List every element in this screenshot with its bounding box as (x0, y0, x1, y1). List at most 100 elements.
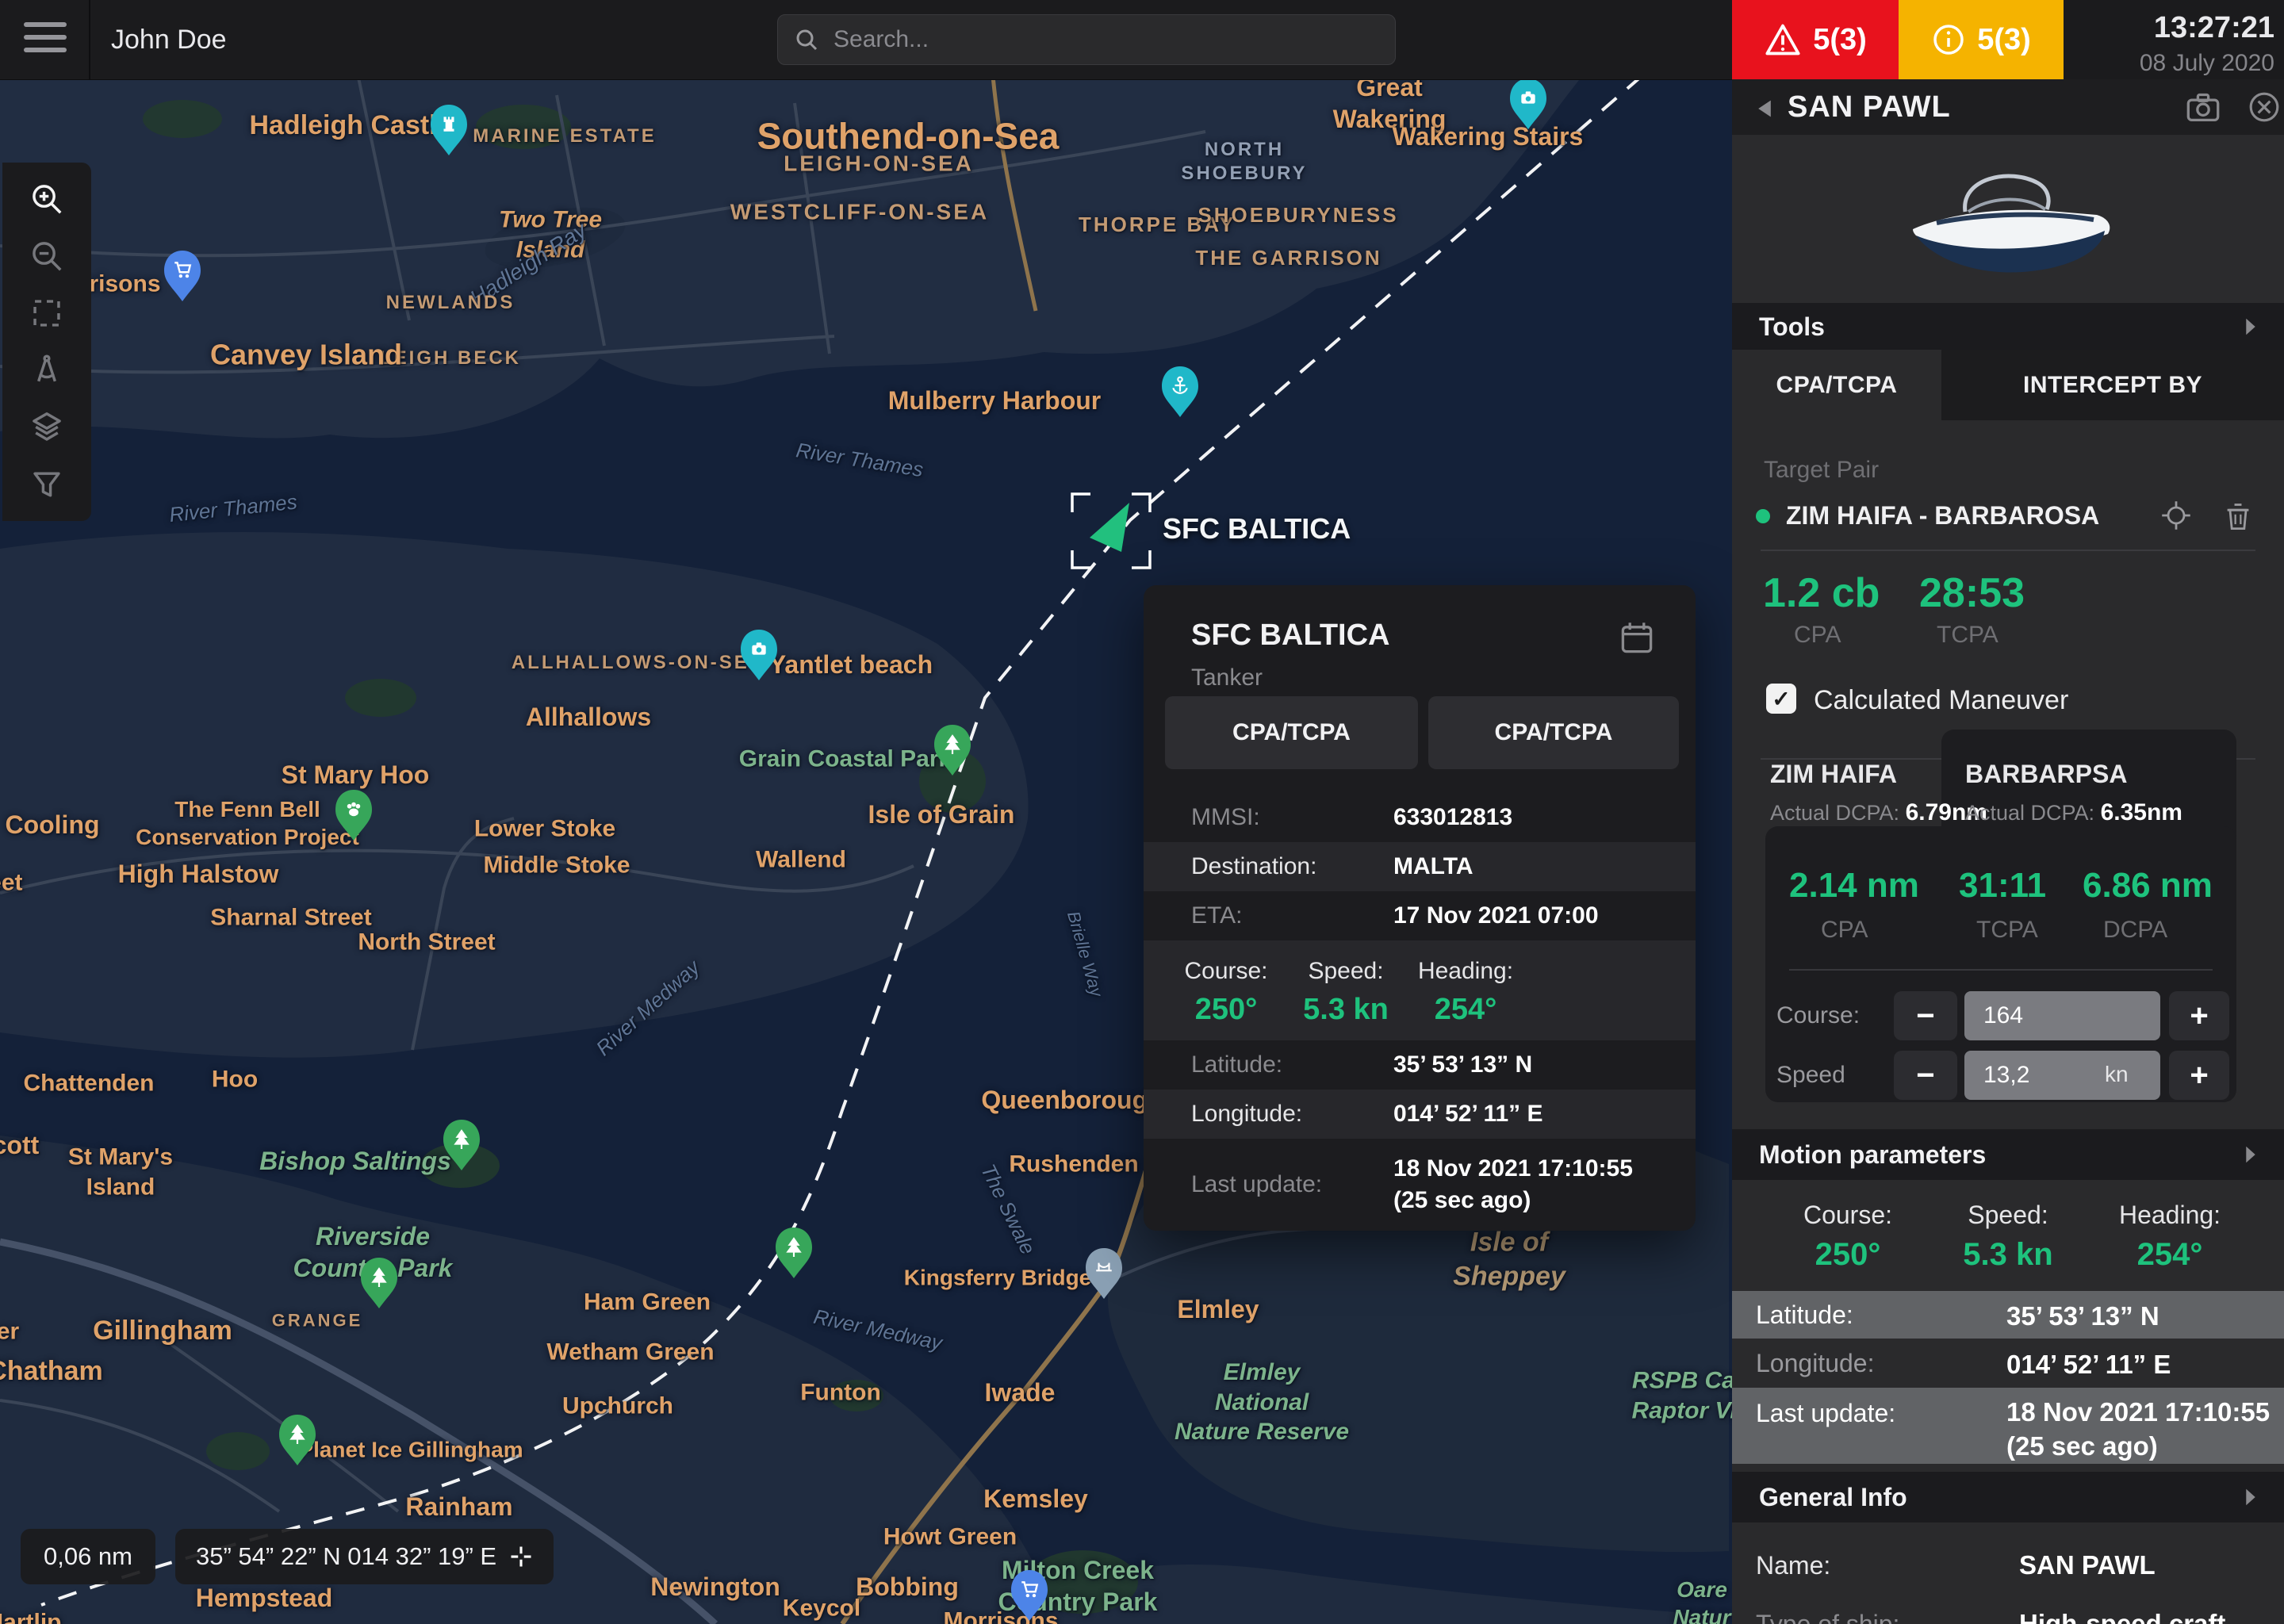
tools-section-header[interactable]: Tools (1732, 303, 2284, 350)
riverside-country-park-pin[interactable] (358, 1256, 400, 1310)
row-value: 18 Nov 2021 17:10:55 (2006, 1397, 2270, 1427)
yantlet-beach-pin[interactable] (738, 628, 780, 682)
row-value: 18 Nov 2021 17:10:55 (1393, 1155, 1633, 1182)
row-label: ETA: (1191, 902, 1242, 929)
panel-header: SAN PAWL (1732, 79, 2284, 135)
course-plus-button[interactable]: + (2169, 991, 2229, 1040)
castle-icon (439, 113, 459, 134)
row-label: Latitude: (1191, 1051, 1282, 1078)
general-header-label: General Info (1759, 1483, 1907, 1512)
vessel-panel: SAN PAWL Tools (1732, 79, 2284, 1624)
morrisons-north-pin[interactable] (162, 249, 203, 303)
map-scale: 0,06 nm (21, 1529, 155, 1584)
motion-speed-value: 5.3 kn (1963, 1237, 2052, 1273)
popup-row-mmsi: MMSI: 633012813 (1144, 793, 1696, 842)
calculated-maneuver-checkbox[interactable]: ✓ (1766, 684, 1796, 714)
planet-ice-pin[interactable] (277, 1413, 318, 1467)
motion-course-label: Course: (1803, 1201, 1892, 1230)
layers-button[interactable] (2, 399, 91, 456)
divider (1789, 969, 2213, 971)
grain-coastal-park-pin[interactable] (932, 723, 973, 777)
popup-title: SFC BALTICA (1191, 619, 1390, 653)
speed-stepper-label: Speed (1776, 1062, 1845, 1089)
measure-button[interactable] (2, 342, 91, 399)
row-value: 17 Nov 2021 07:00 (1393, 900, 1599, 933)
pair-name: ZIM HAIFA - BARBAROSA (1786, 501, 2099, 530)
boat-image (1889, 153, 2127, 288)
fenn-bell-pin[interactable] (333, 788, 374, 842)
camera-icon (749, 638, 769, 659)
clock: 13:27:21 08 July 2020 (2140, 0, 2274, 79)
cpa-tcpa-button-1[interactable]: CPA/TCPA (1165, 696, 1418, 769)
row-value: MALTA (1393, 851, 1473, 883)
heading-label: Heading: (1418, 958, 1513, 985)
course-label: Course: (1184, 958, 1267, 985)
motion-heading-value: 254° (2137, 1237, 2203, 1273)
search-box[interactable] (777, 14, 1396, 65)
zoom-in-button[interactable] (2, 170, 91, 228)
row-label: Longitude: (1756, 1349, 1874, 1378)
camera-icon[interactable] (2186, 92, 2221, 124)
tree-icon (369, 1266, 389, 1287)
kingsferry-bridge-pin[interactable] (1083, 1247, 1125, 1300)
search-input[interactable] (832, 25, 1379, 54)
tab-intercept-by[interactable]: INTERCEPT BY (1941, 350, 2284, 420)
pair-tcpa-value: 28:53 (1919, 569, 2025, 617)
general-info-header[interactable]: General Info (1732, 1472, 2284, 1522)
trash-icon[interactable] (2224, 501, 2252, 531)
course-minus-button[interactable]: − (1894, 991, 1957, 1040)
popup-row-longitude: Longitude: 014’ 52’ 11” E (1144, 1090, 1696, 1139)
chevron-right-icon (2244, 1487, 2257, 1507)
course-input[interactable] (1964, 991, 2160, 1040)
speed-plus-button[interactable]: + (2169, 1051, 2229, 1100)
tree-icon (942, 733, 963, 754)
alarm-count: 5(3) (1813, 23, 1867, 57)
zoom-in-icon (29, 181, 65, 217)
row-value: 014’ 52’ 11” E (2006, 1348, 2171, 1382)
filter-button[interactable] (2, 456, 91, 513)
chevron-right-icon (2244, 1144, 2257, 1165)
target-vessel-name: BARBARPSA (1965, 760, 2127, 789)
speed-input[interactable] (1964, 1051, 2160, 1100)
paw-icon (343, 799, 364, 819)
speed-minus-button[interactable]: − (1894, 1051, 1957, 1100)
calc-tcpa-label: TCPA (1976, 917, 2038, 944)
mulberry-harbour-pin[interactable] (1159, 365, 1201, 419)
vessel-marker[interactable] (1063, 484, 1158, 579)
own-vessel-name: ZIM HAIFA (1770, 760, 1897, 789)
area-select-button[interactable] (2, 285, 91, 342)
back-chevron-icon[interactable] (1756, 98, 1773, 119)
motion-parameters-header[interactable]: Motion parameters (1732, 1129, 2284, 1180)
menu-button[interactable] (24, 22, 67, 57)
swale-park-pin[interactable] (773, 1226, 814, 1280)
target-pair-label: Target Pair (1764, 457, 1879, 484)
row-label: Last update: (1756, 1399, 1895, 1428)
calendar-icon[interactable] (1619, 620, 1654, 655)
name-label: Name: (1756, 1551, 1830, 1580)
divider (1761, 550, 2255, 551)
heading-value: 254° (1435, 993, 1497, 1027)
motion-header-label: Motion parameters (1759, 1140, 1986, 1170)
tab-cpa-tcpa[interactable]: CPA/TCPA (1732, 350, 1941, 420)
row-label: MMSI: (1191, 804, 1260, 831)
hadleigh-castle-pin[interactable] (428, 103, 469, 157)
row-value-2: (25 sec ago) (2006, 1431, 2158, 1461)
zoom-out-button[interactable] (2, 228, 91, 285)
search-icon (794, 27, 819, 52)
wakering-stairs-pin[interactable] (1508, 77, 1549, 131)
locate-icon[interactable] (2160, 500, 2192, 531)
target-pair-row[interactable]: ZIM HAIFA - BARBAROSA (1756, 498, 2260, 533)
cpa-tcpa-button-2[interactable]: CPA/TCPA (1428, 696, 1679, 769)
pair-cpa-label: CPA (1794, 622, 1841, 649)
row-value: 35’ 53’ 13” N (2006, 1300, 2159, 1334)
bishop-saltings-pin[interactable] (441, 1118, 482, 1172)
close-icon[interactable] (2248, 90, 2281, 124)
pair-tcpa-label: TCPA (1937, 622, 1998, 649)
warning-badge[interactable]: 5(3) (1899, 0, 2064, 79)
chevron-right-icon (2244, 316, 2257, 337)
cart-icon (1019, 1579, 1040, 1599)
morrisons-south-pin[interactable] (1009, 1568, 1050, 1622)
alarm-badge[interactable]: 5(3) (1732, 0, 1899, 79)
top-bar: John Doe 5(3) 5(3) 13:27:2 (0, 0, 2284, 80)
own-dcpa: Actual DCPA: 6.79nm (1770, 799, 1987, 826)
